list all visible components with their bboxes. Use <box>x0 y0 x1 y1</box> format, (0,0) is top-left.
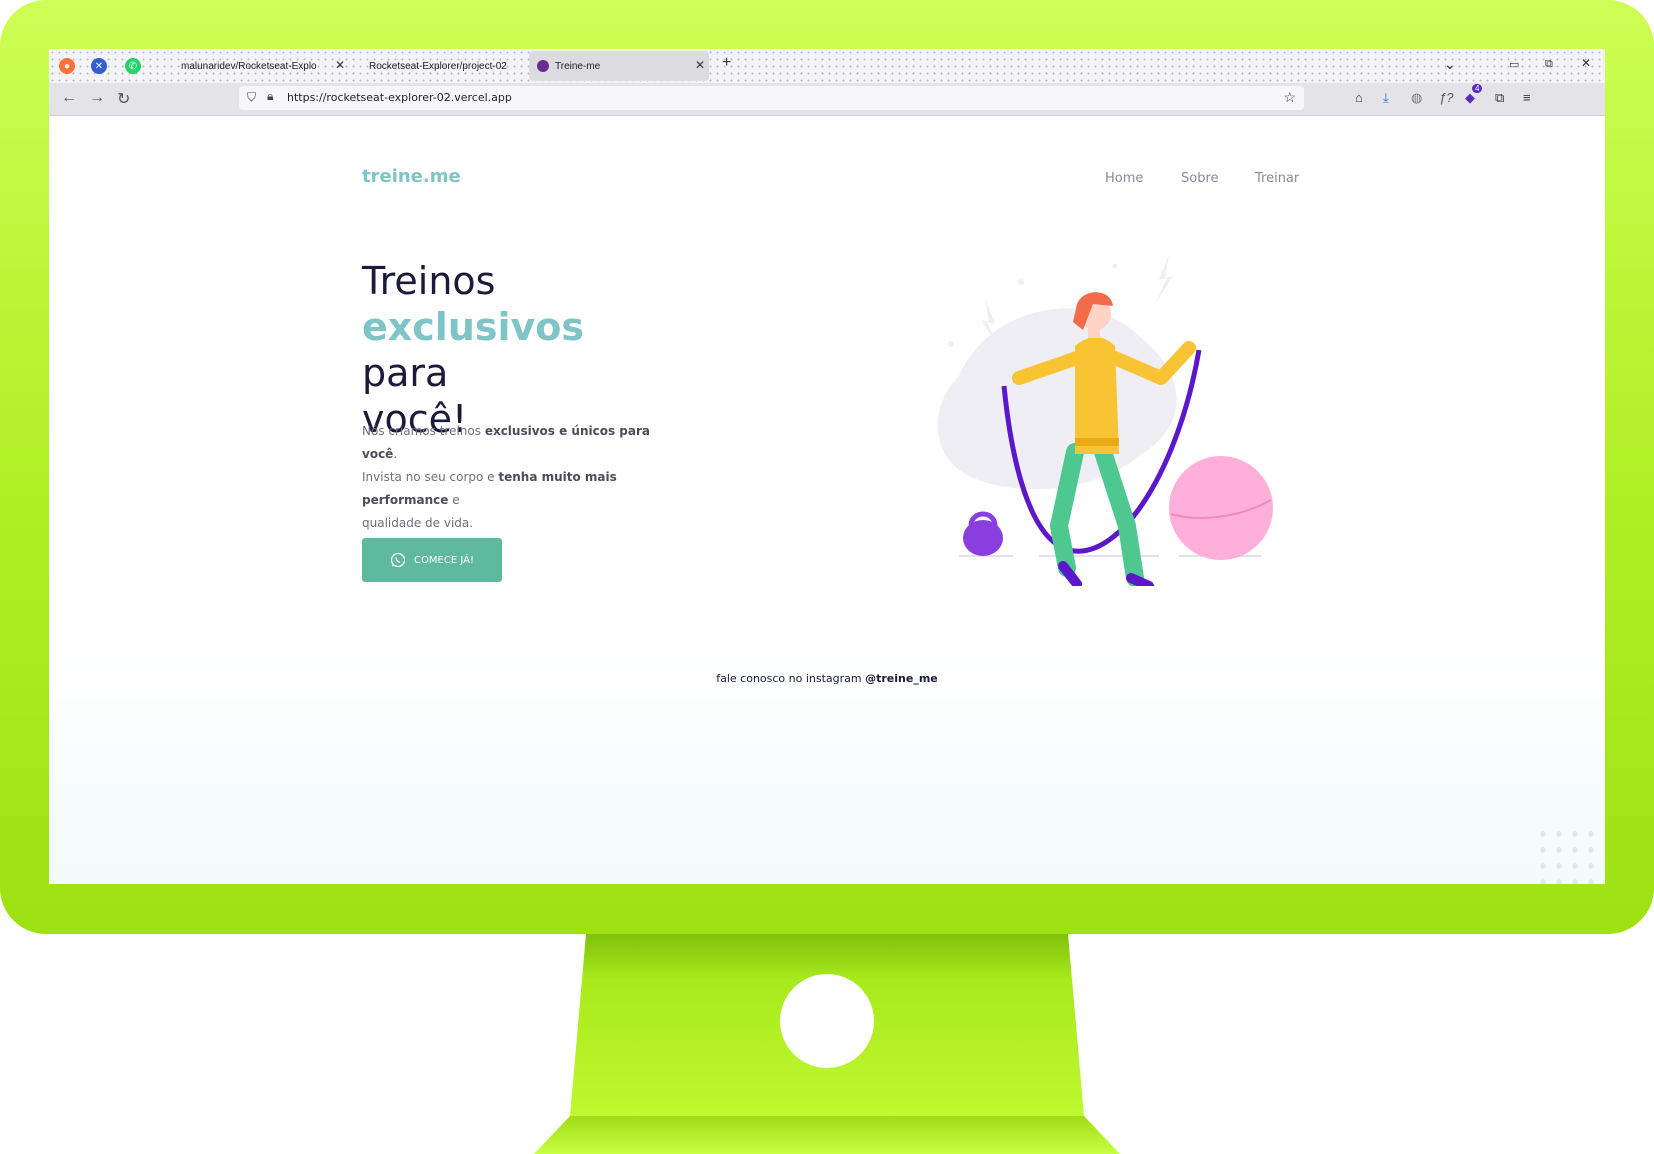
tab-label: Treine-me <box>555 60 601 72</box>
dot <box>1018 279 1024 285</box>
screen: ● ✕ ✆ malunaridev/Rocketseat-Explo ✕ Roc… <box>49 49 1605 884</box>
star-icon[interactable]: ☆ <box>1283 89 1296 106</box>
home-icon[interactable]: ⌂ <box>1355 90 1363 105</box>
close-window-icon[interactable]: ✕ <box>1581 56 1591 70</box>
forward-icon[interactable]: → <box>89 89 105 107</box>
decorative-dots <box>1535 826 1601 884</box>
start-now-button[interactable]: COMECE JÁ! <box>362 538 502 582</box>
jump-rope-illustration <box>937 254 1273 586</box>
site-logo[interactable]: treine.me <box>362 166 461 187</box>
new-tab-button[interactable]: + <box>722 54 731 72</box>
minimize-icon[interactable]: ▭ <box>1509 58 1519 71</box>
web-page: treine.me Home Sobre Treinar Treinos exc… <box>49 116 1605 884</box>
desc-text: e <box>448 493 460 507</box>
start-now-label: COMECE JÁ! <box>414 554 474 566</box>
puzzle-icon[interactable]: ⧉ <box>1495 90 1504 106</box>
exercise-ball <box>1169 456 1273 560</box>
jira-icon[interactable]: ✕ <box>91 58 107 74</box>
desc-text: Invista no seu corpo e <box>362 470 499 484</box>
globe-icon[interactable]: ◍ <box>1411 90 1422 106</box>
notification-badge: 4 <box>1472 84 1483 93</box>
navigation-bar: ← → ↻ ⛉ 🔒︎ https://rocketseat-explorer-0… <box>49 83 1605 116</box>
url-text[interactable]: https://rocketseat-explorer-02.vercel.ap… <box>287 91 512 104</box>
back-icon[interactable]: ← <box>61 89 77 107</box>
hero-line-2: para <box>362 351 449 395</box>
tab-treine-me[interactable]: Treine-me ✕ <box>529 51 709 81</box>
nav-home[interactable]: Home <box>1105 171 1143 186</box>
desc-text: Nós criamos treinos <box>362 424 485 438</box>
extension-icon[interactable]: ◆ 4 <box>1465 84 1483 106</box>
shield-icon[interactable]: ⛉ <box>247 90 256 105</box>
hero-accent: exclusivos <box>362 305 585 349</box>
close-icon[interactable]: ✕ <box>695 58 705 72</box>
hero-title: Treinos exclusivos para você! <box>362 258 682 442</box>
dot <box>948 341 954 347</box>
url-bar[interactable]: ⛉ 🔒︎ https://rocketseat-explorer-02.verc… <box>239 86 1304 110</box>
nav-sobre[interactable]: Sobre <box>1181 171 1219 186</box>
footer-contact: fale conosco no instagram @treine_me <box>49 672 1605 685</box>
download-icon[interactable]: ⤓ <box>1383 90 1389 106</box>
lightning-icon <box>1155 254 1173 304</box>
firefox-icon[interactable]: ● <box>59 58 75 74</box>
lock-icon[interactable]: 🔒︎ <box>267 89 273 104</box>
whatsapp-icon <box>390 552 406 568</box>
stand-hole <box>780 974 874 1068</box>
close-icon[interactable]: ✕ <box>335 58 345 72</box>
reload-icon[interactable]: ↻ <box>117 89 130 109</box>
tab-github[interactable]: malunaridev/Rocketseat-Explo ✕ <box>181 51 349 81</box>
dot <box>1112 263 1118 269</box>
footer-text: fale conosco no instagram <box>716 672 866 685</box>
chevron-down-icon[interactable]: ⌄ <box>1444 56 1456 73</box>
whatsapp-icon[interactable]: ✆ <box>125 58 141 74</box>
tab-label: Rocketseat-Explorer/project-02 <box>369 60 507 72</box>
hero-description: Nós criamos treinos exclusivos e únicos … <box>362 420 682 535</box>
nav-treinar[interactable]: Treinar <box>1255 171 1299 186</box>
formula-icon[interactable]: ƒ? <box>1439 90 1453 105</box>
tab-label: malunaridev/Rocketseat-Explo <box>181 60 317 72</box>
hero-line-1: Treinos <box>362 259 496 303</box>
desc-text: qualidade de vida. <box>362 516 474 530</box>
background-blob <box>937 308 1177 490</box>
restore-icon[interactable]: ⧉ <box>1545 58 1553 71</box>
desc-text: . <box>393 447 398 461</box>
tab-bar: ● ✕ ✆ malunaridev/Rocketseat-Explo ✕ Roc… <box>49 49 1605 83</box>
instagram-handle[interactable]: @treine_me <box>865 672 938 685</box>
menu-icon[interactable]: ≡ <box>1523 90 1531 105</box>
tor-icon <box>537 60 549 72</box>
